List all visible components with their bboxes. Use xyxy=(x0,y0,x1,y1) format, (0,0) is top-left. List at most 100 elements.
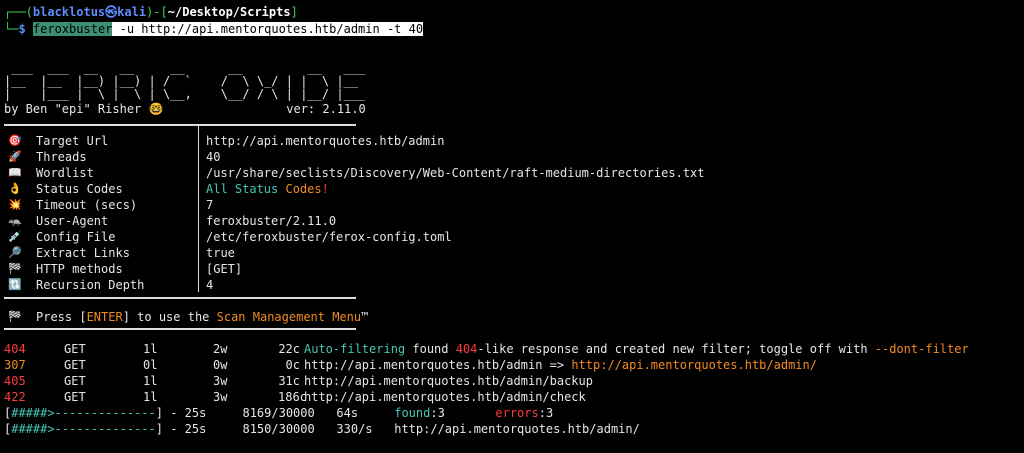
result-url: http://api.mentorquotes.htb/admin/check xyxy=(304,390,586,404)
method: GET xyxy=(64,374,86,388)
progress-line-overall: [#####>--------------] - 25s 8169/30000 … xyxy=(4,405,553,421)
char-count: 0c xyxy=(285,358,300,372)
status-codes-bang: ! xyxy=(321,182,329,196)
recursion-icon: 🔃 xyxy=(8,278,22,291)
config-value: 7 xyxy=(206,198,214,212)
checkered-flag-icon: 🏁 xyxy=(8,310,22,323)
config-value: All Status Codes! xyxy=(206,181,329,197)
errors-label: errors xyxy=(495,406,539,420)
config-label: Wordlist xyxy=(36,166,94,180)
auto-filter-text-a: found xyxy=(405,342,456,356)
progress-bracket-close: ] xyxy=(155,422,163,436)
command-line[interactable]: └─$ feroxbuster -u http://api.mentorquot… xyxy=(4,21,424,37)
result-url: http://api.mentorquotes.htb/admin => htt… xyxy=(304,357,817,373)
config-label: Target Url xyxy=(36,134,109,148)
command-name: feroxbuster xyxy=(32,22,113,36)
config-value: 40 xyxy=(206,150,221,164)
status-codes-codes: Codes xyxy=(285,182,322,196)
config-label: Threads xyxy=(36,150,87,164)
line-count: 0l xyxy=(143,358,158,372)
prompt-line: ┌──(blacklotus㉿kali)-[~/Desktop/Scripts] xyxy=(4,4,298,20)
progress-bar-empty: -------------- xyxy=(54,422,156,436)
prompt-user: blacklotus xyxy=(32,5,106,19)
banner-ascii-3: | |___ | \ | \ | \__, \__/ / \ | |__/ |_… xyxy=(4,87,366,101)
word-count: 3w xyxy=(213,390,228,404)
config-bottom-divider xyxy=(4,297,356,299)
result-url-text: http://api.mentorquotes.htb/admin xyxy=(304,358,543,372)
progress-url: http://api.mentorquotes.htb/admin/ xyxy=(394,422,640,436)
progress-rate: 330/s xyxy=(336,422,373,436)
redirect-url: http://api.mentorquotes.htb/admin/ xyxy=(571,358,817,372)
redirect-arrow: => xyxy=(542,358,572,372)
magnifier-icon: 🔎 xyxy=(8,246,22,259)
method: GET xyxy=(64,358,86,372)
config-value: feroxbuster/2.11.0 xyxy=(206,214,337,228)
config-value: /etc/feroxbuster/ferox-config.toml xyxy=(206,230,452,244)
config-label: Status Codes xyxy=(36,182,123,196)
config-value: [GET] xyxy=(206,262,243,276)
config-label: Extract Links xyxy=(36,246,130,260)
config-label: Timeout (secs) xyxy=(36,198,138,212)
auto-filter-message: Auto-filtering found 404-like response a… xyxy=(304,341,969,357)
status-code: 404 xyxy=(4,342,26,356)
config-value: http://api.mentorquotes.htb/admin xyxy=(206,134,445,148)
prompt-corner-bottom: └─ xyxy=(4,22,19,36)
auto-filter-text-b: -like response and created new filter; t… xyxy=(477,342,875,356)
prompt-at: ㉿ xyxy=(105,5,118,19)
auto-filter-code: 404 xyxy=(455,342,478,356)
progress-bar-fill: #####> xyxy=(11,422,55,436)
hint-text-b: ] to use the xyxy=(122,310,217,324)
terminal-window[interactable]: ┌──(blacklotus㉿kali)-[~/Desktop/Scripts]… xyxy=(0,0,1024,453)
prompt-bracket-close: ] xyxy=(290,5,298,19)
result-url: http://api.mentorquotes.htb/admin/backup xyxy=(304,374,593,388)
config-value: /usr/share/seclists/Discovery/Web-Conten… xyxy=(206,166,705,180)
auto-filter-flag: --dont-filter xyxy=(874,342,969,356)
banner-byline: by Ben "epi" Risher 🤓 ver: 2.11.0 xyxy=(4,102,366,116)
hint-tm: ™ xyxy=(361,310,369,324)
hint-text-a: Press [ xyxy=(36,310,87,324)
char-count: 22c xyxy=(278,342,300,356)
config-label: Recursion Depth xyxy=(36,278,145,292)
auto-filter-label: Auto-filtering xyxy=(304,342,406,356)
progress-line-directory: [#####>--------------] - 25s 8150/30000 … xyxy=(4,421,640,437)
progress-bar-empty: -------------- xyxy=(54,406,156,420)
syringe-icon: 💉 xyxy=(8,230,22,243)
config-column-divider xyxy=(198,124,199,292)
status-codes-all: All Status xyxy=(206,182,286,196)
book-icon: 📖 xyxy=(8,166,22,179)
prompt-host: kali xyxy=(117,5,147,19)
prompt-corner: ┌──( xyxy=(4,5,33,19)
progress-elapsed: - 25s xyxy=(162,406,207,420)
checkered-flag-icon: 🏁 xyxy=(8,262,22,275)
word-count: 0w xyxy=(213,358,228,372)
target-icon: 🎯 xyxy=(8,134,22,147)
errors-value: :3 xyxy=(538,406,554,420)
method: GET xyxy=(64,342,86,356)
config-label: Config File xyxy=(36,230,116,244)
prompt-bracket: )-[ xyxy=(146,5,168,19)
config-value: 4 xyxy=(206,278,214,292)
char-count: 186c xyxy=(278,390,307,404)
word-count: 2w xyxy=(213,342,228,356)
hint-divider xyxy=(4,328,356,330)
config-label: HTTP methods xyxy=(36,262,123,276)
progress-rate: 64s xyxy=(336,406,359,420)
config-top-divider xyxy=(4,124,356,126)
method: GET xyxy=(64,390,86,404)
prompt-dollar: $ xyxy=(18,22,26,36)
line-count: 1l xyxy=(143,342,158,356)
config-value: true xyxy=(206,246,235,260)
progress-bracket-close: ] xyxy=(155,406,163,420)
line-count: 1l xyxy=(143,374,158,388)
rocket-icon: 🚀 xyxy=(8,150,22,163)
word-count: 3w xyxy=(213,374,228,388)
progress-count: 8169/30000 xyxy=(242,406,315,420)
hint-menu-name: Scan Management Menu xyxy=(216,310,362,324)
prompt-path: ~/Desktop/Scripts xyxy=(167,5,291,19)
hint-enter-key: ENTER xyxy=(86,310,123,324)
char-count: 31c xyxy=(278,374,300,388)
progress-bar-fill: #####> xyxy=(11,406,55,420)
collision-icon: 💥 xyxy=(8,198,22,211)
found-label: found xyxy=(394,406,431,420)
status-code: 422 xyxy=(4,390,26,404)
